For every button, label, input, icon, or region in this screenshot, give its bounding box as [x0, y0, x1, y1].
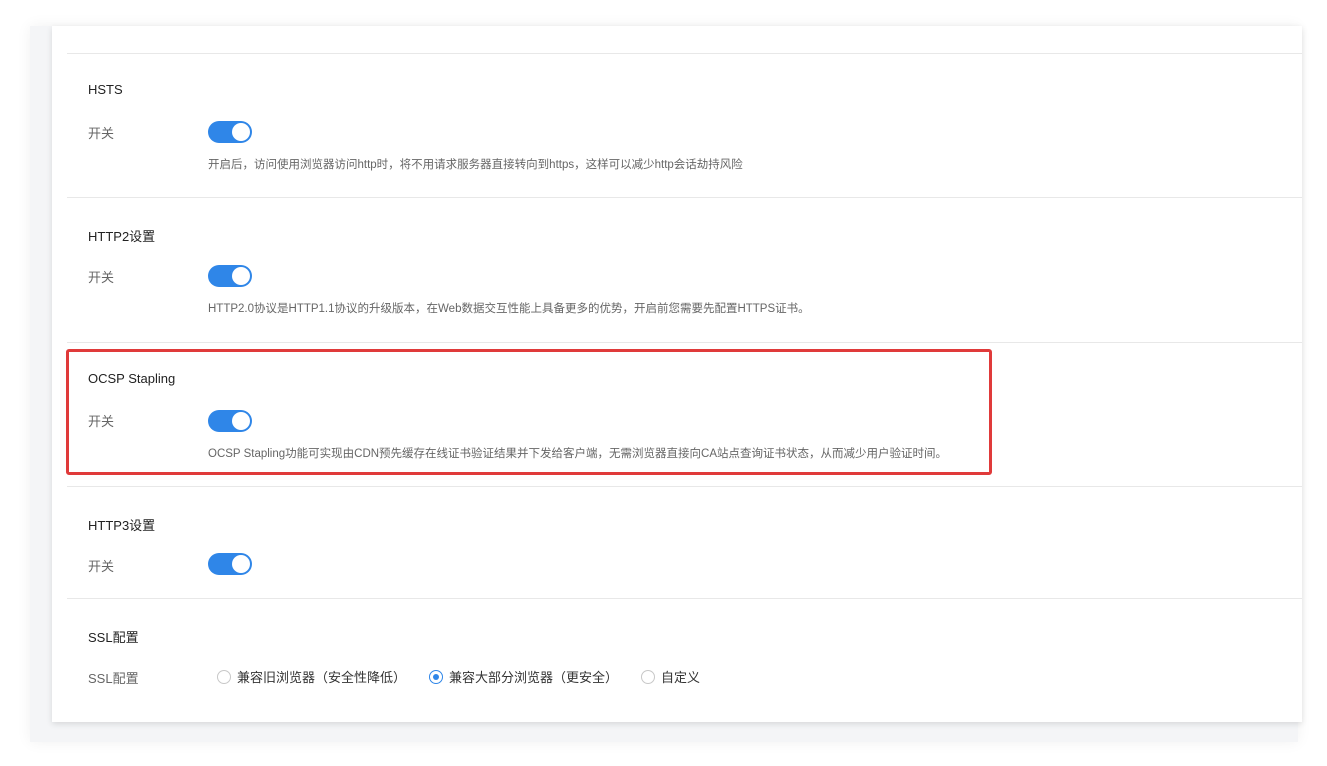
radio-label: 自定义: [661, 670, 701, 685]
section-title-ssl: SSL配置: [88, 630, 139, 645]
http2-switch-label: 开关: [88, 270, 115, 285]
ocsp-section: OCSP Stapling 开关 OCSP Stapling功能可实现由CDN预…: [67, 342, 1302, 487]
section-title-http3: HTTP3设置: [88, 518, 156, 533]
settings-card: HSTS 开关 开启后，访问使用浏览器访问http时，将不用请求服务器直接转向到…: [52, 26, 1302, 722]
ssl-option-legacy[interactable]: 兼容旧浏览器（安全性降低）: [217, 667, 406, 686]
hsts-description: 开启后，访问使用浏览器访问http时，将不用请求服务器直接转向到https，这样…: [208, 159, 743, 171]
radio-circle[interactable]: [217, 669, 231, 684]
ssl-option-custom[interactable]: 自定义: [641, 667, 700, 686]
http3-switch-label: 开关: [88, 559, 115, 574]
ssl-option-compatible[interactable]: 兼容大部分浏览器（更安全）: [429, 667, 618, 686]
http2-toggle[interactable]: [208, 265, 252, 287]
http2-section: HTTP2设置 开关 HTTP2.0协议是HTTP1.1协议的升级版本，在Web…: [67, 197, 1302, 343]
radio-circle[interactable]: [641, 669, 656, 684]
ssl-radio-group: 兼容旧浏览器（安全性降低） 兼容大部分浏览器（更安全） 自定义: [217, 667, 723, 686]
http2-description: HTTP2.0协议是HTTP1.1协议的升级版本，在Web数据交互性能上具备更多…: [208, 303, 810, 315]
section-title-ocsp: OCSP Stapling: [88, 371, 176, 386]
hsts-section: HSTS 开关 开启后，访问使用浏览器访问http时，将不用请求服务器直接转向到…: [67, 53, 1302, 198]
ssl-row-label: SSL配置: [88, 671, 139, 686]
radio-circle[interactable]: [429, 669, 444, 684]
ocsp-switch-label: 开关: [88, 414, 115, 429]
http3-toggle[interactable]: [208, 553, 252, 575]
radio-label: 兼容旧浏览器（安全性降低）: [237, 670, 407, 685]
ocsp-description: OCSP Stapling功能可实现由CDN预先缓存在线证书验证结果并下发给客户…: [208, 448, 948, 460]
radio-label: 兼容大部分浏览器（更安全）: [449, 670, 619, 685]
ssl-section: SSL配置 SSL配置 兼容旧浏览器（安全性降低） 兼容大部分浏览器（更安全） …: [67, 598, 1302, 723]
http3-section: HTTP3设置 开关: [67, 486, 1302, 599]
hsts-switch-label: 开关: [88, 126, 115, 141]
section-title-http2: HTTP2设置: [88, 229, 156, 244]
toggle-knob: [232, 123, 250, 141]
toggle-knob: [232, 555, 250, 573]
ocsp-toggle[interactable]: [208, 410, 252, 432]
toggle-knob: [232, 267, 250, 285]
section-title-hsts: HSTS: [88, 82, 123, 97]
hsts-toggle[interactable]: [208, 121, 252, 143]
toggle-knob: [232, 412, 250, 430]
